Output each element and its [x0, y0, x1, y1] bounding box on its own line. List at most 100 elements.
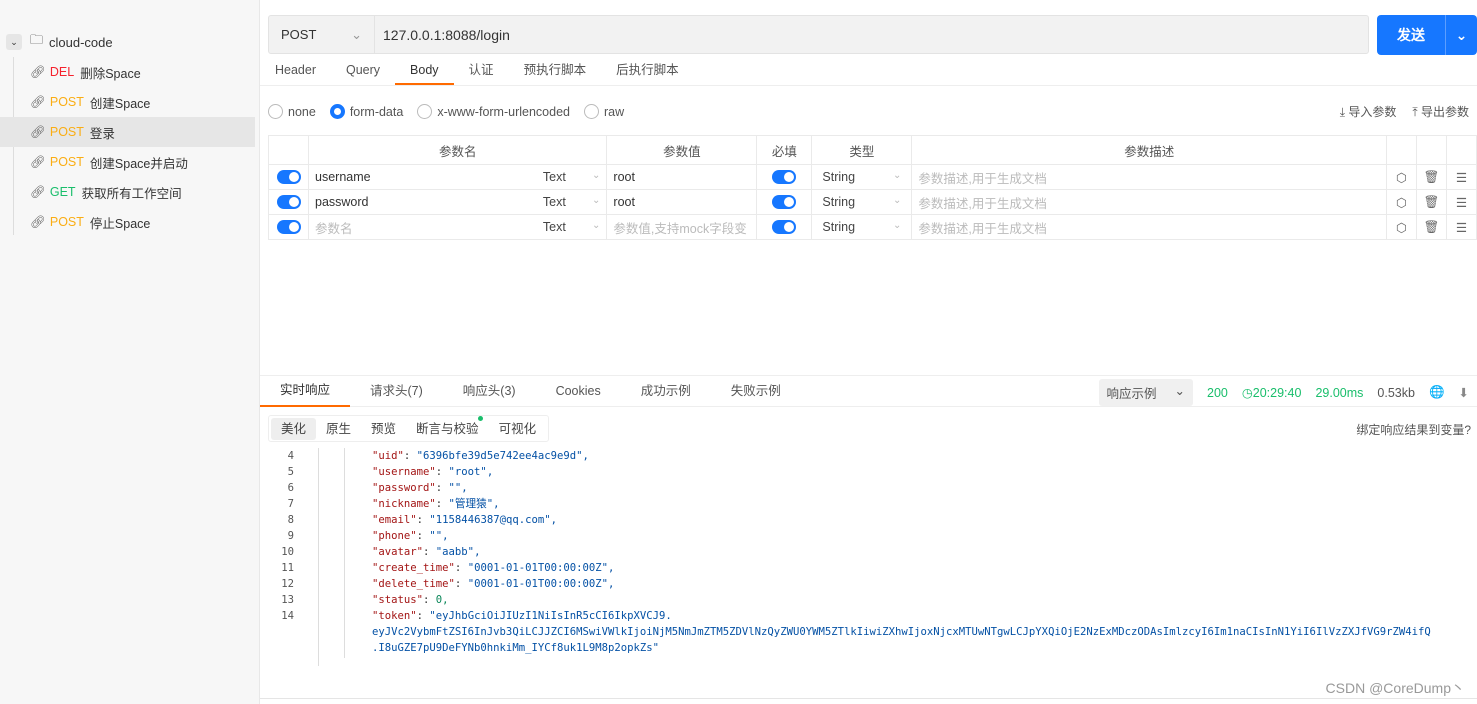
- sidebar-item[interactable]: 🔗︎ POST 创建Space: [0, 87, 255, 117]
- required-toggle[interactable]: [772, 170, 797, 185]
- trash-icon[interactable]: 🗑︎: [1416, 164, 1447, 190]
- method-badge: GET: [49, 185, 76, 199]
- send-button[interactable]: 发送 ⌄: [1377, 15, 1477, 55]
- folder-cloud-code[interactable]: ⌄ 🗀 cloud-code: [6, 32, 113, 52]
- response-size: 0.53kb: [1377, 385, 1415, 400]
- trash-icon[interactable]: 🗑︎: [1416, 189, 1447, 215]
- chevron-down-icon: ⌄: [351, 26, 362, 42]
- menu-icon[interactable]: ☰: [1446, 214, 1477, 240]
- param-desc-input[interactable]: 参数描述,用于生成文档: [911, 214, 1387, 240]
- item-label: 创建Space: [89, 96, 151, 111]
- export-params-button[interactable]: ⤒ 导出参数: [1412, 103, 1469, 120]
- folder-label: cloud-code: [49, 34, 113, 50]
- radio-body-type[interactable]: raw: [584, 104, 624, 119]
- type-select[interactable]: String ⌄: [818, 195, 905, 209]
- tab-response[interactable]: 实时响应: [260, 375, 351, 407]
- main-panel: POST ⌄ 127.0.0.1:8088/login 发送 ⌄ Header Que…: [260, 0, 1477, 704]
- field-type-select[interactable]: Text ⌄: [543, 170, 601, 184]
- radio-body-type[interactable]: x-www-form-urlencoded: [417, 104, 570, 119]
- type-select[interactable]: String ⌄: [818, 220, 905, 234]
- clock-icon: ◷: [1241, 386, 1253, 400]
- chevron-down-icon[interactable]: ⌄: [1445, 15, 1477, 55]
- import-params-button[interactable]: ⤓ 导入参数: [1340, 103, 1397, 120]
- download-icon[interactable]: ⬇: [1459, 385, 1469, 400]
- send-label[interactable]: 发送: [1377, 15, 1445, 55]
- watermark: CSDN @CoreDump丶: [1325, 680, 1465, 696]
- sidebar-item[interactable]: 🔗︎ GET 获取所有工作空间: [0, 177, 255, 207]
- tab-response[interactable]: 请求头(7): [350, 376, 443, 406]
- request-tabs: Header Query Body 认证 预执行脚本 后执行脚本: [260, 58, 1477, 86]
- param-desc-input[interactable]: 参数描述,用于生成文档: [911, 164, 1387, 190]
- tab-response-view[interactable]: 预览: [361, 418, 406, 440]
- sidebar-item[interactable]: 🔗︎ POST 创建Space并启动: [0, 147, 255, 177]
- cube-icon[interactable]: ⬡: [1386, 164, 1417, 190]
- item-label: 获取所有工作空间: [81, 186, 182, 201]
- tab-request[interactable]: Body: [395, 58, 454, 85]
- trash-icon[interactable]: 🗑︎: [1416, 214, 1447, 240]
- sidebar-item[interactable]: 🔗︎ POST 登录: [0, 117, 255, 147]
- folder-icon: 🗀: [30, 32, 44, 47]
- param-value-input[interactable]: 参数值,支持mock字段变: [606, 214, 758, 240]
- link-icon: 🔗︎: [30, 154, 46, 169]
- table-row: username Text ⌄ root String ⌄ 参数描述,用于生成文档 …: [268, 164, 1477, 190]
- method-select[interactable]: POST ⌄: [269, 16, 375, 53]
- menu-icon[interactable]: ☰: [1446, 164, 1477, 190]
- field-type-select[interactable]: Text ⌄: [543, 220, 601, 234]
- response-time: ◷20:29:40: [1241, 386, 1302, 400]
- sidebar-item[interactable]: 🔗︎ DEL 删除Space: [0, 57, 255, 87]
- tab-request[interactable]: 认证: [454, 58, 509, 85]
- globe-icon[interactable]: 🌐: [1429, 385, 1445, 400]
- tab-request[interactable]: Query: [331, 58, 395, 85]
- tab-response-view[interactable]: 断言与校验: [406, 415, 489, 440]
- param-value-input[interactable]: root: [606, 189, 758, 215]
- link-icon: 🔗︎: [30, 94, 46, 109]
- enable-toggle[interactable]: [276, 195, 301, 210]
- param-name-input[interactable]: username: [307, 164, 537, 190]
- chevron-down-icon[interactable]: ⌄: [6, 34, 22, 50]
- tab-response-view[interactable]: 美化: [271, 417, 317, 440]
- param-desc-input[interactable]: 参数描述,用于生成文档: [911, 189, 1387, 215]
- enable-toggle[interactable]: [276, 220, 301, 235]
- menu-icon[interactable]: ☰: [1446, 189, 1477, 215]
- col-value: 参数值: [606, 135, 758, 165]
- tab-response-view[interactable]: 可视化: [489, 418, 547, 440]
- cube-icon[interactable]: ⬡: [1386, 214, 1417, 240]
- status-code: 200: [1207, 385, 1228, 400]
- link-icon: 🔗︎: [30, 214, 46, 229]
- param-name-input[interactable]: 参数名: [307, 214, 537, 240]
- required-toggle[interactable]: [772, 195, 797, 210]
- col-name: 参数名: [307, 135, 608, 165]
- method-badge: POST: [49, 95, 84, 109]
- type-select[interactable]: String ⌄: [818, 170, 905, 184]
- bind-response-link[interactable]: 绑定响应结果到变量?: [1356, 421, 1471, 438]
- radio-body-type[interactable]: none: [268, 104, 316, 119]
- item-label: 停止Space: [89, 216, 151, 231]
- tab-response[interactable]: Cookies: [536, 376, 621, 406]
- tab-response-view[interactable]: 原生: [316, 418, 361, 440]
- response-example-select[interactable]: 响应示例 ⌄: [1098, 379, 1193, 406]
- sidebar: ⌄ 🗀 cloud-code 🔗︎ DEL 删除Space 🔗︎ POST 创建Space…: [0, 0, 260, 704]
- cube-icon[interactable]: ⬡: [1386, 189, 1417, 215]
- sidebar-item[interactable]: 🔗︎ POST 停止Space: [0, 207, 255, 237]
- radio-body-type[interactable]: form-data: [329, 104, 403, 119]
- param-name-input[interactable]: password: [307, 189, 537, 215]
- link-icon: 🔗︎: [30, 64, 46, 79]
- tab-request[interactable]: 后执行脚本: [601, 58, 694, 85]
- method-badge: POST: [49, 155, 84, 169]
- tab-request[interactable]: Header: [260, 58, 331, 85]
- enable-toggle[interactable]: [276, 170, 301, 185]
- item-label: 登录: [89, 126, 115, 141]
- col-required: 必填: [756, 135, 813, 165]
- url-input[interactable]: 127.0.0.1:8088/login: [375, 16, 510, 53]
- tab-response[interactable]: 响应头(3): [443, 376, 536, 406]
- tab-request[interactable]: 预执行脚本: [509, 58, 602, 85]
- table-row: 参数名 Text ⌄ 参数值,支持mock字段变 String ⌄ 参数描述,用于生…: [268, 214, 1477, 240]
- field-type-select[interactable]: Text ⌄: [543, 195, 601, 209]
- tab-response[interactable]: 成功示例: [621, 376, 711, 406]
- response-view-tabs: 美化 原生 预览 断言与校验 可视化: [268, 415, 550, 442]
- tab-response[interactable]: 失败示例: [711, 376, 801, 406]
- required-toggle[interactable]: [772, 220, 797, 235]
- param-value-input[interactable]: root: [606, 164, 758, 190]
- params-table: 参数名 参数值 必填 类型 参数描述 username Text ⌄ root S…: [268, 135, 1477, 240]
- item-label: 删除Space: [80, 66, 141, 81]
